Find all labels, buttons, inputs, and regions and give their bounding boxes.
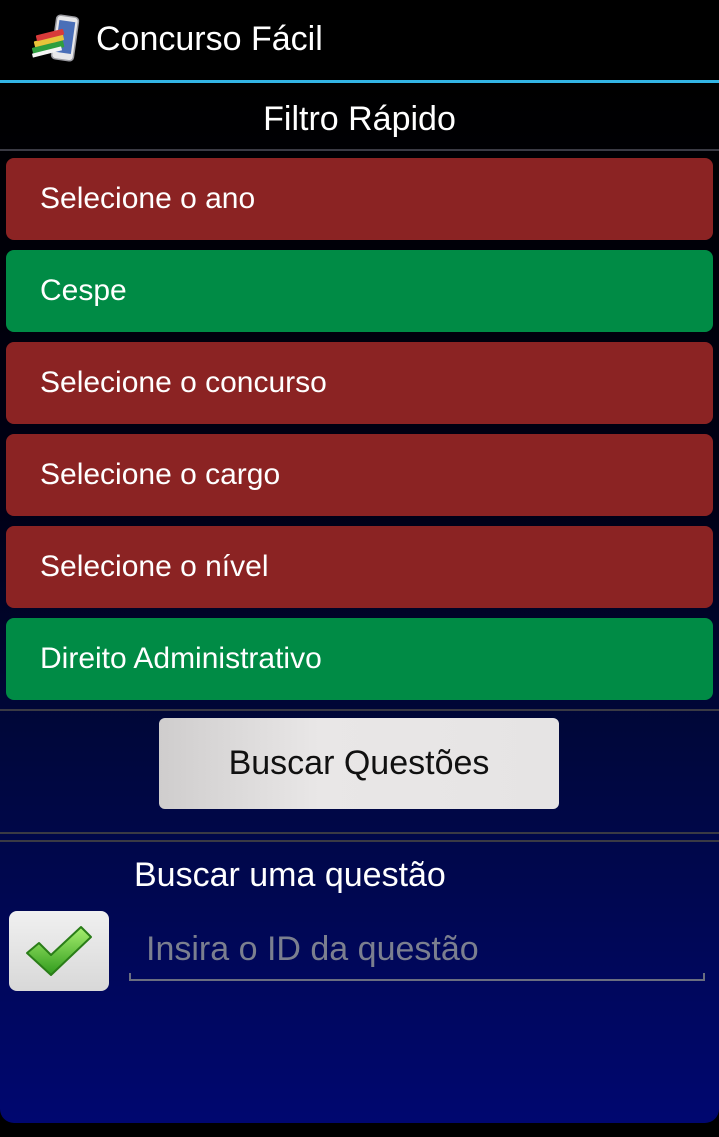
- filter-subject-item[interactable]: Direito Administrativo: [6, 618, 713, 700]
- divider: [0, 832, 719, 834]
- divider: [0, 149, 719, 151]
- action-bar: Concurso Fácil: [0, 0, 719, 80]
- single-search-label: Buscar uma questão: [134, 856, 446, 894]
- section-title: Filtro Rápido: [263, 100, 456, 138]
- search-questions-button[interactable]: Buscar Questões: [159, 718, 559, 809]
- app-title: Concurso Fácil: [96, 20, 323, 58]
- filter-organizer-item[interactable]: Cespe: [6, 250, 713, 332]
- checkmark-icon: [26, 926, 92, 976]
- input-underline: [129, 973, 705, 981]
- app-screen: Concurso Fácil Filtro Rápido Selecione o…: [0, 0, 719, 1137]
- filter-year-item[interactable]: Selecione o ano: [6, 158, 713, 240]
- divider: [0, 840, 719, 842]
- filter-position-item[interactable]: Selecione o cargo: [6, 434, 713, 516]
- filter-exam-item[interactable]: Selecione o concurso: [6, 342, 713, 424]
- books-phone-icon[interactable]: [28, 14, 82, 64]
- filter-level-item[interactable]: Selecione o nível: [6, 526, 713, 608]
- divider: [0, 709, 719, 711]
- question-id-input[interactable]: [130, 921, 704, 977]
- main-content: Filtro Rápido Selecione o ano Cespe Sele…: [0, 83, 719, 1123]
- confirm-id-button[interactable]: [9, 911, 109, 991]
